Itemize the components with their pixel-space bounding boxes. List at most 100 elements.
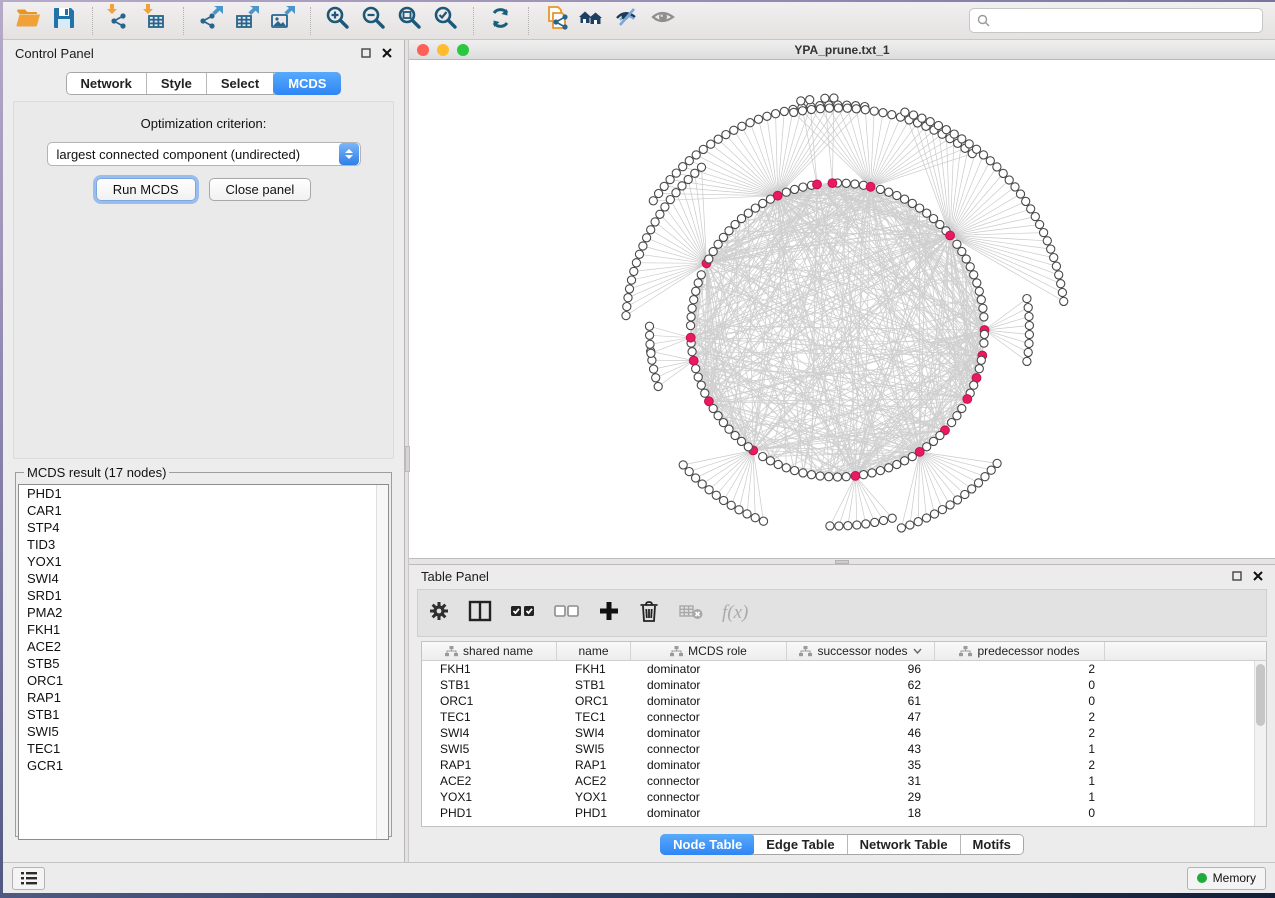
network-node[interactable] (714, 412, 722, 420)
network-hub-node[interactable] (828, 179, 837, 188)
table-row[interactable]: PHD1PHD1dominator180 (422, 805, 1266, 821)
network-leaf-node[interactable] (968, 485, 976, 493)
network-node[interactable] (876, 185, 884, 193)
network-leaf-node[interactable] (1022, 197, 1030, 205)
mcds-result-item[interactable]: PHD1 (19, 485, 388, 502)
network-node[interactable] (962, 255, 970, 263)
network-leaf-node[interactable] (1055, 271, 1063, 279)
show-all-button[interactable] (646, 6, 682, 36)
table-scrollbar[interactable] (1254, 661, 1266, 826)
splitter-grip[interactable] (835, 560, 849, 564)
network-leaf-node[interactable] (722, 131, 730, 139)
network-leaf-node[interactable] (888, 111, 896, 119)
network-leaf-node[interactable] (650, 365, 658, 373)
network-leaf-node[interactable] (649, 197, 657, 205)
table-row[interactable]: ORC1ORC1dominator610 (422, 693, 1266, 709)
network-node[interactable] (791, 467, 799, 475)
search-box[interactable] (969, 8, 1263, 33)
network-leaf-node[interactable] (679, 461, 687, 469)
network-node[interactable] (731, 431, 739, 439)
network-node[interactable] (975, 365, 983, 373)
network-node[interactable] (759, 453, 767, 461)
tab-edge-table[interactable]: Edge Table (754, 835, 847, 854)
network-leaf-node[interactable] (692, 151, 700, 159)
open-file-button[interactable] (11, 6, 47, 36)
network-node[interactable] (751, 204, 759, 212)
network-node[interactable] (705, 255, 713, 263)
network-leaf-node[interactable] (780, 107, 788, 115)
network-leaf-node[interactable] (934, 121, 942, 129)
save-session-button[interactable] (47, 6, 83, 36)
network-leaf-node[interactable] (906, 521, 914, 529)
tab-motifs[interactable]: Motifs (961, 835, 1023, 854)
mcds-result-item[interactable]: TID3 (19, 536, 388, 553)
network-node[interactable] (694, 373, 702, 381)
mcds-result-item[interactable]: RAP1 (19, 689, 388, 706)
network-leaf-node[interactable] (790, 108, 798, 116)
delete-column-button[interactable] (638, 599, 660, 628)
hide-selected-button[interactable] (610, 6, 646, 36)
network-leaf-node[interactable] (861, 106, 869, 114)
network-leaf-node[interactable] (1058, 288, 1066, 296)
network-leaf-node[interactable] (643, 234, 651, 242)
network-leaf-node[interactable] (656, 210, 664, 218)
network-node[interactable] (979, 304, 987, 312)
network-node[interactable] (842, 473, 850, 481)
network-leaf-node[interactable] (646, 340, 654, 348)
network-node[interactable] (688, 304, 696, 312)
network-leaf-node[interactable] (993, 163, 1001, 171)
network-leaf-node[interactable] (1036, 220, 1044, 228)
network-node[interactable] (876, 467, 884, 475)
network-leaf-node[interactable] (754, 115, 762, 123)
optimization-select[interactable]: largest connected component (undirected) (47, 142, 361, 166)
tab-network[interactable]: Network (67, 73, 147, 94)
network-leaf-node[interactable] (972, 145, 980, 153)
network-leaf-node[interactable] (655, 189, 663, 197)
network-leaf-node[interactable] (705, 486, 713, 494)
table-row[interactable]: YOX1YOX1connector291 (422, 789, 1266, 805)
network-leaf-node[interactable] (981, 473, 989, 481)
network-leaf-node[interactable] (1011, 183, 1019, 191)
network-node[interactable] (966, 263, 974, 271)
import-table-button[interactable] (138, 6, 174, 36)
network-node[interactable] (958, 247, 966, 255)
network-leaf-node[interactable] (661, 203, 669, 211)
network-hub-node[interactable] (686, 333, 695, 342)
network-leaf-node[interactable] (807, 105, 815, 113)
table-row[interactable]: STB1STB1dominator620 (422, 677, 1266, 693)
network-leaf-node[interactable] (666, 196, 674, 204)
network-leaf-node[interactable] (632, 259, 640, 267)
network-node[interactable] (923, 209, 931, 217)
network-leaf-node[interactable] (654, 382, 662, 390)
network-node[interactable] (901, 195, 909, 203)
mcds-result-item[interactable]: GCR1 (19, 757, 388, 774)
result-list-scrollbar[interactable] (376, 485, 388, 839)
network-node[interactable] (908, 453, 916, 461)
network-node[interactable] (816, 472, 824, 480)
network-node[interactable] (688, 348, 696, 356)
mcds-result-item[interactable]: PMA2 (19, 604, 388, 621)
network-leaf-node[interactable] (830, 94, 838, 102)
tab-mcds[interactable]: MCDS (273, 72, 341, 95)
column-header-successor-nodes[interactable]: successor nodes (787, 642, 935, 660)
network-leaf-node[interactable] (1025, 321, 1033, 329)
network-leaf-node[interactable] (914, 518, 922, 526)
network-leaf-node[interactable] (1005, 176, 1013, 184)
network-leaf-node[interactable] (622, 312, 630, 320)
network-node[interactable] (694, 279, 702, 287)
network-leaf-node[interactable] (942, 126, 950, 134)
table-row[interactable]: ACE2ACE2connector311 (422, 773, 1266, 789)
network-node[interactable] (731, 220, 739, 228)
network-node[interactable] (885, 464, 893, 472)
network-node[interactable] (936, 431, 944, 439)
network-node[interactable] (929, 215, 937, 223)
network-node[interactable] (766, 457, 774, 465)
network-leaf-node[interactable] (879, 109, 887, 117)
network-node[interactable] (893, 460, 901, 468)
network-hub-node[interactable] (773, 191, 782, 200)
network-leaf-node[interactable] (965, 140, 973, 148)
network-leaf-node[interactable] (1047, 245, 1055, 253)
network-leaf-node[interactable] (647, 226, 655, 234)
mcds-result-item[interactable]: SRD1 (19, 587, 388, 604)
table-row[interactable]: RAP1RAP1dominator352 (422, 757, 1266, 773)
